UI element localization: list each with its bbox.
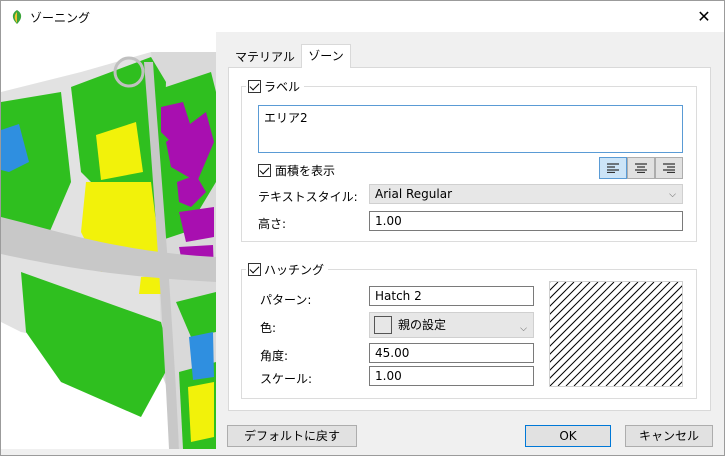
chevron-down-icon: ⌵	[520, 324, 527, 334]
show-area-label: 面積を表示	[275, 164, 336, 178]
align-center-icon	[635, 163, 647, 173]
reset-defaults-button[interactable]: デフォルトに戻す	[227, 425, 357, 447]
hatching-checkbox-text: ハッチング	[264, 263, 325, 277]
align-center-button[interactable]	[627, 157, 655, 179]
color-label: 色:	[260, 321, 277, 335]
pattern-input[interactable]: Hatch 2	[369, 286, 534, 306]
hatching-group-header: ハッチング	[246, 261, 329, 278]
scale-input[interactable]: 1.00	[369, 366, 534, 386]
leaf-app-icon	[12, 10, 22, 24]
scale-label: スケール:	[260, 372, 313, 386]
angle-label: 角度:	[260, 349, 289, 363]
map-illustration	[1, 32, 216, 449]
text-style-label: テキストスタイル:	[258, 190, 358, 204]
text-style-value: Arial Regular	[375, 187, 453, 201]
label-group: ラベル エリア2 面積を表示 テキストスタイル: Arial Regular ⌵…	[241, 78, 697, 242]
close-icon: ✕	[697, 7, 711, 26]
tab-zone[interactable]: ゾーン	[301, 44, 351, 68]
text-style-select[interactable]: Arial Regular ⌵	[369, 184, 683, 204]
cancel-button[interactable]: キャンセル	[625, 425, 713, 447]
label-text-input[interactable]: エリア2	[258, 105, 683, 153]
align-left-button[interactable]	[599, 157, 627, 179]
show-area-option: 面積を表示	[258, 162, 335, 179]
show-area-checkbox[interactable]	[258, 164, 271, 177]
align-left-icon	[607, 163, 619, 173]
zone-tab-panel: ラベル エリア2 面積を表示 テキストスタイル: Arial Regular ⌵…	[228, 67, 711, 411]
height-label: 高さ:	[258, 217, 287, 231]
zone-map-preview	[1, 32, 216, 449]
window-title: ゾーニング	[30, 11, 91, 25]
ok-button[interactable]: OK	[525, 425, 611, 447]
tab-material[interactable]: マテリアル	[229, 46, 301, 68]
color-swatch	[374, 316, 392, 334]
chevron-down-icon: ⌵	[669, 190, 676, 200]
pattern-label: パターン:	[260, 293, 312, 307]
label-checkbox[interactable]	[248, 80, 261, 93]
hatch-lines	[550, 282, 682, 386]
color-value: 親の設定	[398, 318, 447, 332]
close-button[interactable]: ✕	[684, 1, 724, 32]
align-right-icon	[663, 163, 675, 173]
hatching-group: ハッチング パターン: Hatch 2 色: 親の設定 ⌵ 角度: 45.00 …	[241, 261, 697, 399]
angle-input[interactable]: 45.00	[369, 343, 534, 363]
title-bar: ゾーニング ✕	[1, 1, 724, 32]
hatch-pattern-preview	[549, 281, 683, 387]
alignment-buttons	[599, 157, 683, 179]
hatching-checkbox[interactable]	[248, 263, 261, 276]
color-select[interactable]: 親の設定 ⌵	[369, 312, 534, 338]
align-right-button[interactable]	[655, 157, 683, 179]
label-group-header: ラベル	[246, 78, 305, 95]
zoning-dialog: ゾーニング ✕ マテリアル ゾーン ラベル エリア2 面積を表示 テキストスタイ…	[0, 0, 725, 456]
height-input[interactable]: 1.00	[369, 211, 683, 231]
label-checkbox-text: ラベル	[264, 80, 301, 94]
